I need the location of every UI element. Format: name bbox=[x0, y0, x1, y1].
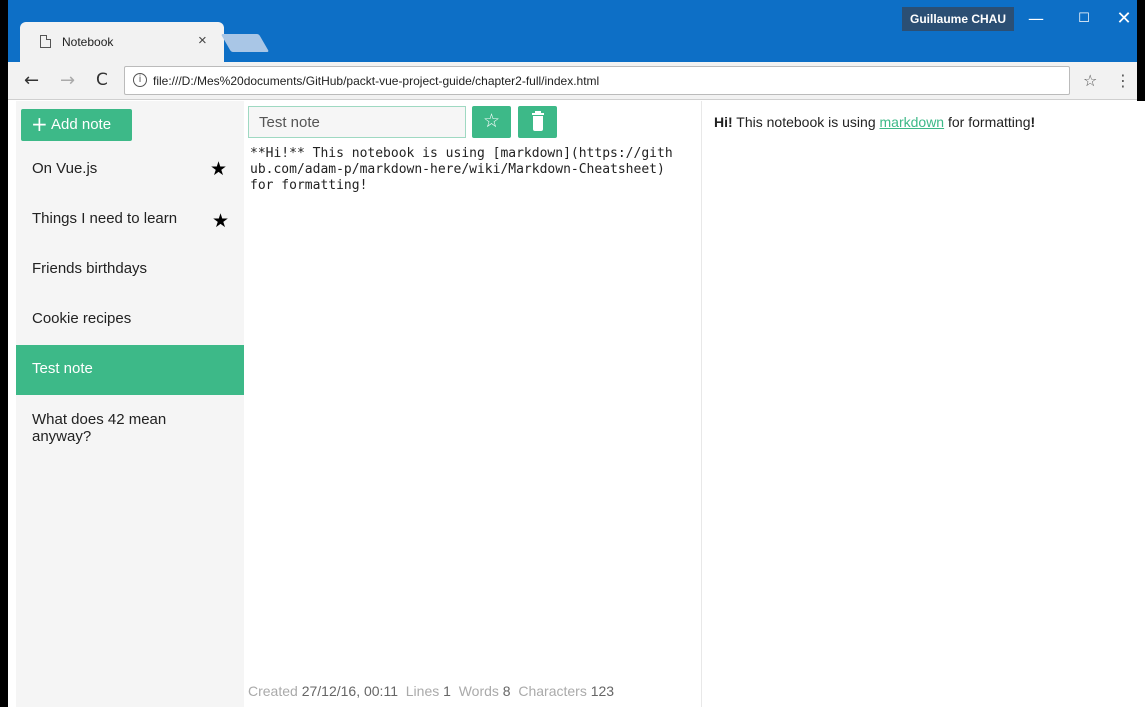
tab-title: Notebook bbox=[62, 35, 114, 49]
back-icon[interactable]: ← bbox=[24, 70, 39, 91]
add-note-label: Add note bbox=[51, 116, 112, 133]
note-title: On Vue.js bbox=[32, 160, 98, 177]
characters-label: Characters bbox=[518, 683, 587, 699]
lines-value: 1 bbox=[443, 683, 451, 699]
words-label: Words bbox=[458, 683, 499, 699]
note-title: Things I need to learn bbox=[32, 210, 178, 227]
window-frame: Notebook × Guillaume CHAU — ☐ ✕ ← → C i … bbox=[0, 0, 1145, 707]
note-title: Friends birthdays bbox=[32, 260, 148, 277]
favorite-button[interactable]: ☆ bbox=[472, 106, 511, 138]
new-tab-button[interactable] bbox=[220, 34, 270, 52]
notes-sidebar: + Add note On Vue.js ★ Things I need to … bbox=[16, 101, 244, 707]
preview-paragraph: Hi! This notebook is using markdown for … bbox=[714, 114, 1035, 130]
star-outline-icon: ☆ bbox=[483, 110, 501, 132]
note-item[interactable]: Friends birthdays bbox=[16, 245, 244, 295]
note-item[interactable]: Things I need to learn ★ bbox=[16, 195, 244, 245]
created-value: 27/12/16, 00:11 bbox=[301, 683, 398, 699]
note-item[interactable]: What does 42 mean anyway? bbox=[16, 395, 244, 457]
url-text[interactable]: file:///D:/Mes%20documents/GitHub/packt-… bbox=[153, 74, 599, 88]
browser-toolbar: ← → C i file:///D:/Mes%20documents/GitHu… bbox=[8, 62, 1137, 100]
created-label: Created bbox=[248, 683, 298, 699]
note-item[interactable]: Cookie recipes bbox=[16, 295, 244, 345]
words-value: 8 bbox=[502, 683, 511, 699]
note-stats: Created 27/12/16, 00:11 Lines 1 Words 8 … bbox=[248, 683, 614, 699]
note-title: Test note bbox=[32, 360, 93, 377]
maximize-button[interactable]: ☐ bbox=[1069, 8, 1099, 30]
note-editor: ☆ **Hi!** This notebook is using [markdo… bbox=[244, 101, 702, 707]
lines-label: Lines bbox=[405, 683, 440, 699]
browser-menu-icon[interactable]: ⋮ bbox=[1115, 71, 1131, 90]
profile-badge[interactable]: Guillaume CHAU bbox=[902, 7, 1015, 31]
markdown-preview: Hi! This notebook is using markdown for … bbox=[702, 101, 1145, 707]
delete-note-button[interactable] bbox=[518, 106, 557, 138]
notes-list: On Vue.js ★ Things I need to learn ★ Fri… bbox=[16, 145, 244, 457]
note-title: Cookie recipes bbox=[32, 310, 132, 327]
info-icon[interactable]: i bbox=[133, 73, 147, 87]
forward-icon[interactable]: → bbox=[60, 70, 75, 91]
reload-icon[interactable]: C bbox=[96, 70, 108, 90]
note-item[interactable]: On Vue.js ★ bbox=[16, 145, 244, 195]
note-title: What does 42 mean anyway? bbox=[32, 411, 167, 445]
favorite-star-icon: ★ bbox=[209, 158, 227, 180]
tab-close-icon[interactable]: × bbox=[198, 32, 207, 49]
preview-text: This notebook is using bbox=[732, 114, 880, 130]
note-title-input[interactable] bbox=[248, 106, 466, 138]
note-item-selected[interactable]: Test note bbox=[16, 345, 244, 395]
preview-bang: ! bbox=[1030, 114, 1036, 130]
page-icon bbox=[40, 35, 51, 48]
preview-bold: Hi! bbox=[714, 114, 733, 130]
minimize-button[interactable]: — bbox=[1021, 8, 1051, 30]
notebook-app: + Add note On Vue.js ★ Things I need to … bbox=[16, 101, 1145, 707]
characters-value: 123 bbox=[590, 683, 615, 699]
preview-text-end: for formatting bbox=[944, 114, 1031, 130]
close-window-button[interactable]: ✕ bbox=[1109, 8, 1139, 30]
title-bar: Notebook × Guillaume CHAU — ☐ ✕ bbox=[8, 0, 1137, 62]
favorite-star-icon: ★ bbox=[211, 210, 229, 232]
note-content-textarea[interactable]: **Hi!** This notebook is using [markdown… bbox=[250, 146, 680, 194]
add-note-button[interactable]: + Add note bbox=[21, 109, 132, 141]
plus-icon: + bbox=[31, 112, 48, 136]
browser-tab[interactable]: Notebook × bbox=[20, 22, 224, 62]
bookmark-star-icon[interactable]: ☆ bbox=[1083, 71, 1097, 90]
markdown-link[interactable]: markdown bbox=[880, 114, 945, 130]
address-bar[interactable]: i file:///D:/Mes%20documents/GitHub/pack… bbox=[124, 66, 1070, 95]
